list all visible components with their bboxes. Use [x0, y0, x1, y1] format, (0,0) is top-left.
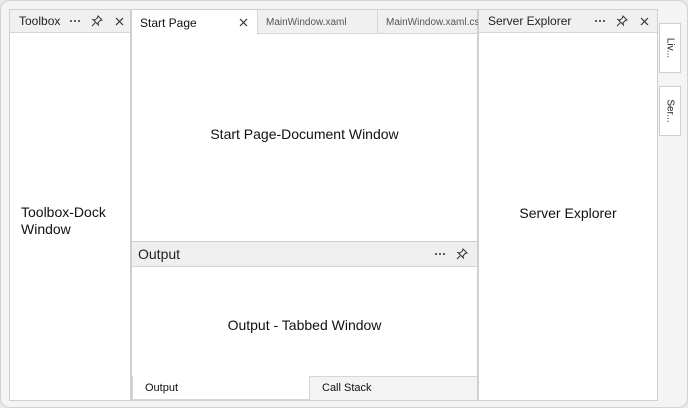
tab-output[interactable]: Output [132, 376, 310, 400]
close-icon[interactable] [108, 10, 130, 32]
side-tab-live-label: Liv... [664, 37, 676, 59]
server-explorer-header: Server Explorer [479, 10, 657, 33]
tab-start-page-label: Start Page [140, 15, 197, 30]
side-tab-server[interactable]: Ser... [659, 86, 681, 136]
output-header: Output [132, 242, 477, 267]
output-title: Output [138, 246, 181, 262]
toolbox-label-line-2: Window [21, 221, 71, 237]
tab-output-label: Output [145, 381, 179, 394]
side-tab-server-label: Ser... [664, 99, 676, 123]
server-explorer-body-label: Server Explorer [519, 205, 617, 221]
document-tabstrip: Start Page MainWindow.xaml MainWindow.xa… [132, 10, 479, 35]
close-icon[interactable] [232, 12, 254, 34]
document-body-label: Start Page-Document Window [210, 126, 399, 142]
toolbox-header: Toolbox [10, 10, 130, 33]
output-body-label: Output - Tabbed Window [227, 317, 382, 333]
ellipsis-icon[interactable] [589, 10, 611, 32]
side-tab-live[interactable]: Liv... [659, 23, 681, 73]
tab-mainwindow-xaml[interactable]: MainWindow.xaml [258, 10, 378, 34]
tab-start-page[interactable]: Start Page [132, 10, 258, 35]
pin-icon[interactable] [451, 243, 473, 265]
tab-call-stack[interactable]: Call Stack [310, 376, 479, 400]
toolbox-panel: Toolbox Toolbox-Dock Window [9, 9, 131, 401]
tab-mainwindow-xaml-cs[interactable]: MainWindow.xaml.cs [378, 10, 479, 34]
tab-mainwindow-xaml-cs-label: MainWindow.xaml.cs [386, 16, 479, 28]
app-frame: Toolbox Toolbox-Dock Window Start Page M… [0, 0, 688, 408]
document-window: Start Page MainWindow.xaml MainWindow.xa… [131, 9, 479, 242]
toolbox-body-label: Toolbox-Dock Window [21, 204, 106, 238]
pin-icon[interactable] [86, 10, 108, 32]
output-bottom-tabstrip: Output Call Stack [132, 376, 477, 400]
toolbox-title: Toolbox [19, 14, 61, 28]
ellipsis-icon[interactable] [429, 243, 451, 265]
ellipsis-icon[interactable] [64, 10, 86, 32]
close-icon[interactable] [633, 10, 655, 32]
output-window: Output Output - Tabbed Window Output Cal… [131, 241, 478, 401]
server-explorer-title: Server Explorer [488, 14, 572, 28]
server-explorer-panel: Server Explorer Server Explorer [478, 9, 658, 401]
tab-call-stack-label: Call Stack [322, 382, 372, 394]
toolbox-label-line-1: Toolbox-Dock [21, 204, 106, 220]
pin-icon[interactable] [611, 10, 633, 32]
tab-mainwindow-xaml-label: MainWindow.xaml [266, 16, 347, 28]
